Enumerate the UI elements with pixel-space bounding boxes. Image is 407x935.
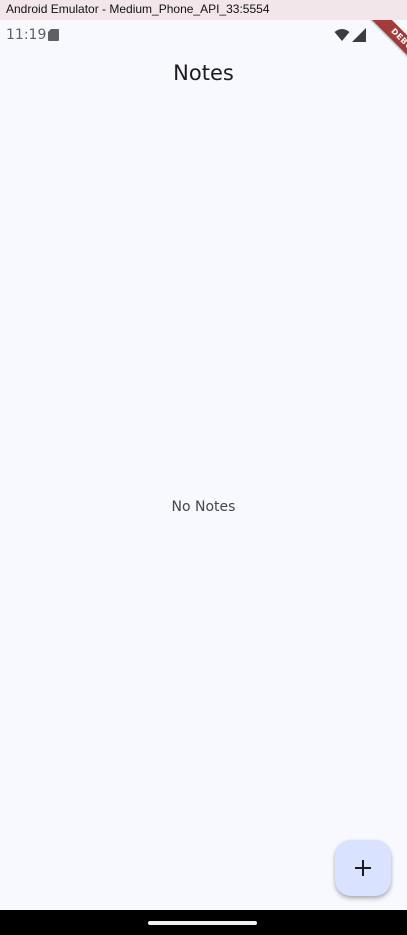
empty-notes-message: No Notes bbox=[171, 499, 236, 515]
system-navigation-bar bbox=[0, 910, 407, 935]
emulator-window-title: Android Emulator - Medium_Phone_API_33:5… bbox=[0, 0, 407, 20]
wifi-icon bbox=[334, 29, 350, 41]
sd-card-icon bbox=[48, 29, 59, 41]
add-icon bbox=[355, 860, 371, 876]
page-title: Notes bbox=[173, 61, 234, 85]
phone-screen: 11:19 DEBUG Notes No Notes bbox=[0, 20, 407, 935]
status-time: 11:19 bbox=[6, 27, 47, 43]
status-bar: 11:19 bbox=[0, 20, 407, 50]
add-note-button[interactable] bbox=[335, 840, 391, 896]
home-gesture-handle[interactable] bbox=[148, 921, 257, 925]
app-bar: Notes bbox=[0, 50, 407, 98]
signal-icon bbox=[352, 28, 366, 42]
